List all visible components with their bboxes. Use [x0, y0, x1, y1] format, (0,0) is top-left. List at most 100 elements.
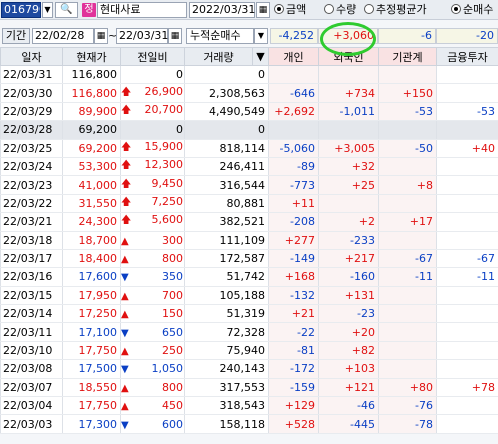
col-change[interactable]: 전일비	[120, 47, 185, 66]
cell-price: 17,600	[62, 267, 121, 287]
up-triangle-icon: ▲	[121, 235, 129, 247]
cell-change: ▲ 700	[120, 286, 185, 306]
cell-change: 🡅 5,600	[120, 212, 185, 232]
radio-net-buy[interactable]: 순매수	[451, 3, 493, 17]
col-individual[interactable]: 개인	[268, 47, 319, 66]
stock-code-field[interactable]: 016790	[1, 2, 41, 18]
table-row[interactable]: 22/03/14 17,250 ▲ 150 51,319 +21 -23	[0, 304, 498, 324]
cell-institution	[378, 194, 437, 214]
col-volume[interactable]: 거래량	[184, 47, 253, 66]
calendar-icon[interactable]: ▦	[94, 28, 108, 44]
col-institution[interactable]: 기관계	[378, 47, 437, 66]
radio-amount[interactable]: 금액	[274, 3, 306, 17]
cell-foreign: -1,011	[318, 102, 379, 122]
cell-date: 22/03/03	[0, 414, 63, 434]
cell-individual: +129	[268, 396, 319, 416]
cell-individual: -89	[268, 157, 319, 177]
cell-volume: 75,940	[184, 341, 269, 361]
search-icon[interactable]: 🔍	[55, 2, 78, 18]
cell-volume: 172,587	[184, 249, 269, 269]
table-row[interactable]: 22/03/03 17,300 ▼ 600 158,118 +528 -445 -78	[0, 414, 498, 434]
cell-foreign: +734	[318, 83, 379, 103]
cell-institution: +17	[378, 212, 437, 232]
end-date-field[interactable]: 22/03/31	[116, 28, 168, 44]
cell-individual: +528	[268, 414, 319, 434]
calendar-icon[interactable]: ▦	[256, 2, 270, 18]
cell-institution: -53	[378, 102, 437, 122]
cell-individual: -646	[268, 83, 319, 103]
mode-select[interactable]: 누적순매수	[186, 28, 254, 44]
cell-date: 22/03/04	[0, 396, 63, 416]
cell-foreign: +3,005	[318, 139, 379, 158]
cell-financial	[436, 286, 498, 306]
cell-financial	[436, 396, 498, 416]
table-row[interactable]: 22/03/21 24,300 🡅 5,600 382,521 -208 +2 +17	[0, 212, 498, 232]
col-date[interactable]: 일자	[0, 47, 63, 66]
cell-date: 22/03/17	[0, 249, 63, 269]
cell-financial: -53	[436, 102, 498, 122]
table-row[interactable]: 22/03/31 116,800 0 0	[0, 65, 498, 85]
cell-change: ▲ 800	[120, 249, 185, 269]
cell-financial: +78	[436, 378, 498, 398]
cell-date: 22/03/28	[0, 120, 63, 140]
table-row[interactable]: 22/03/11 17,100 ▼ 650 72,328 -22 +20	[0, 322, 498, 342]
code-dropdown-icon[interactable]: ▼	[42, 2, 53, 18]
cell-institution	[378, 231, 437, 250]
cell-change: ▼ 600	[120, 414, 185, 434]
mode-dropdown-icon[interactable]: ▼	[254, 28, 268, 44]
cell-price: 89,900	[62, 102, 121, 122]
cell-volume: 246,411	[184, 157, 269, 177]
up-arrow-icon: 🡅	[121, 160, 132, 172]
cell-change: ▼ 350	[120, 267, 185, 287]
cell-volume: 80,881	[184, 194, 269, 214]
cell-price: 116,800	[62, 83, 121, 103]
date-field[interactable]: 2022/03/31	[189, 2, 255, 18]
table-row[interactable]: 22/03/17 18,400 ▲ 800 172,587 -149 +217 -67 -67	[0, 249, 498, 269]
col-foreign[interactable]: 외국인	[318, 47, 379, 66]
start-date-field[interactable]: 22/02/28	[32, 28, 94, 44]
table-row[interactable]: 22/03/24 53,300 🡅 12,300 246,411 -89 +32	[0, 157, 498, 177]
cell-change: ▲ 250	[120, 341, 185, 361]
cell-financial	[436, 359, 498, 379]
cell-institution	[378, 65, 437, 85]
up-triangle-icon: ▲	[121, 382, 129, 394]
table-row[interactable]: 22/03/29 89,900 🡅 20,700 4,490,549 +2,692 -1,0…	[0, 102, 498, 122]
table-row[interactable]: 22/03/16 17,600 ▼ 350 51,742 +168 -160 -11 -11	[0, 267, 498, 287]
cell-volume: 105,188	[184, 286, 269, 306]
cell-change: ▼ 650	[120, 322, 185, 342]
down-triangle-icon: ▼	[121, 364, 129, 376]
cell-foreign: +25	[318, 175, 379, 195]
cell-volume: 382,521	[184, 212, 269, 232]
cell-foreign	[318, 194, 379, 214]
table-row[interactable]: 22/03/30 116,800 🡅 26,900 2,308,563 -646 +734 +…	[0, 83, 498, 103]
cell-volume: 51,319	[184, 304, 269, 324]
radio-avg-price[interactable]: 추정평균가	[364, 3, 427, 17]
radio-dot-icon	[451, 4, 461, 14]
calendar-icon[interactable]: ▦	[168, 28, 182, 44]
sum-foreign: +3,060	[318, 28, 378, 44]
cell-change: 🡅 9,450	[120, 175, 185, 195]
cell-individual: -132	[268, 286, 319, 306]
radio-quantity[interactable]: 수량	[324, 3, 356, 17]
table-row[interactable]: 22/03/18 18,700 ▲ 300 111,109 +277 -233	[0, 231, 498, 250]
cell-change: 🡅 20,700	[120, 102, 185, 122]
cell-financial	[436, 157, 498, 177]
col-financial[interactable]: 금융투자	[436, 47, 498, 66]
table-row[interactable]: 22/03/08 17,500 ▼ 1,050 240,143 -172 +103	[0, 359, 498, 379]
table-row[interactable]: 22/03/15 17,950 ▲ 700 105,188 -132 +131	[0, 286, 498, 306]
cell-institution: -11	[378, 267, 437, 287]
cell-date: 22/03/30	[0, 83, 63, 103]
table-row[interactable]: 22/03/10 17,750 ▲ 250 75,940 -81 +82	[0, 341, 498, 361]
table-row[interactable]: 22/03/04 17,750 ▲ 450 318,543 +129 -46 -76	[0, 396, 498, 416]
table-row[interactable]: 22/03/22 31,550 🡅 7,250 80,881 +11	[0, 194, 498, 214]
table-row[interactable]: 22/03/28 69,200 0 0	[0, 120, 498, 140]
table-row[interactable]: 22/03/07 18,550 ▲ 800 317,553 -159 +121 +80 +78	[0, 378, 498, 398]
cell-financial	[436, 231, 498, 250]
table-row[interactable]: 22/03/25 69,200 🡅 15,900 818,114 -5,060 +3,005…	[0, 139, 498, 158]
cell-date: 22/03/16	[0, 267, 63, 287]
table-row[interactable]: 22/03/23 41,000 🡅 9,450 316,544 -773 +25 +8	[0, 175, 498, 195]
col-price[interactable]: 현재가	[62, 47, 121, 66]
cell-volume: 316,544	[184, 175, 269, 195]
col-volume-dropdown-icon[interactable]: ▼	[252, 47, 269, 66]
up-triangle-icon: ▲	[121, 254, 129, 266]
